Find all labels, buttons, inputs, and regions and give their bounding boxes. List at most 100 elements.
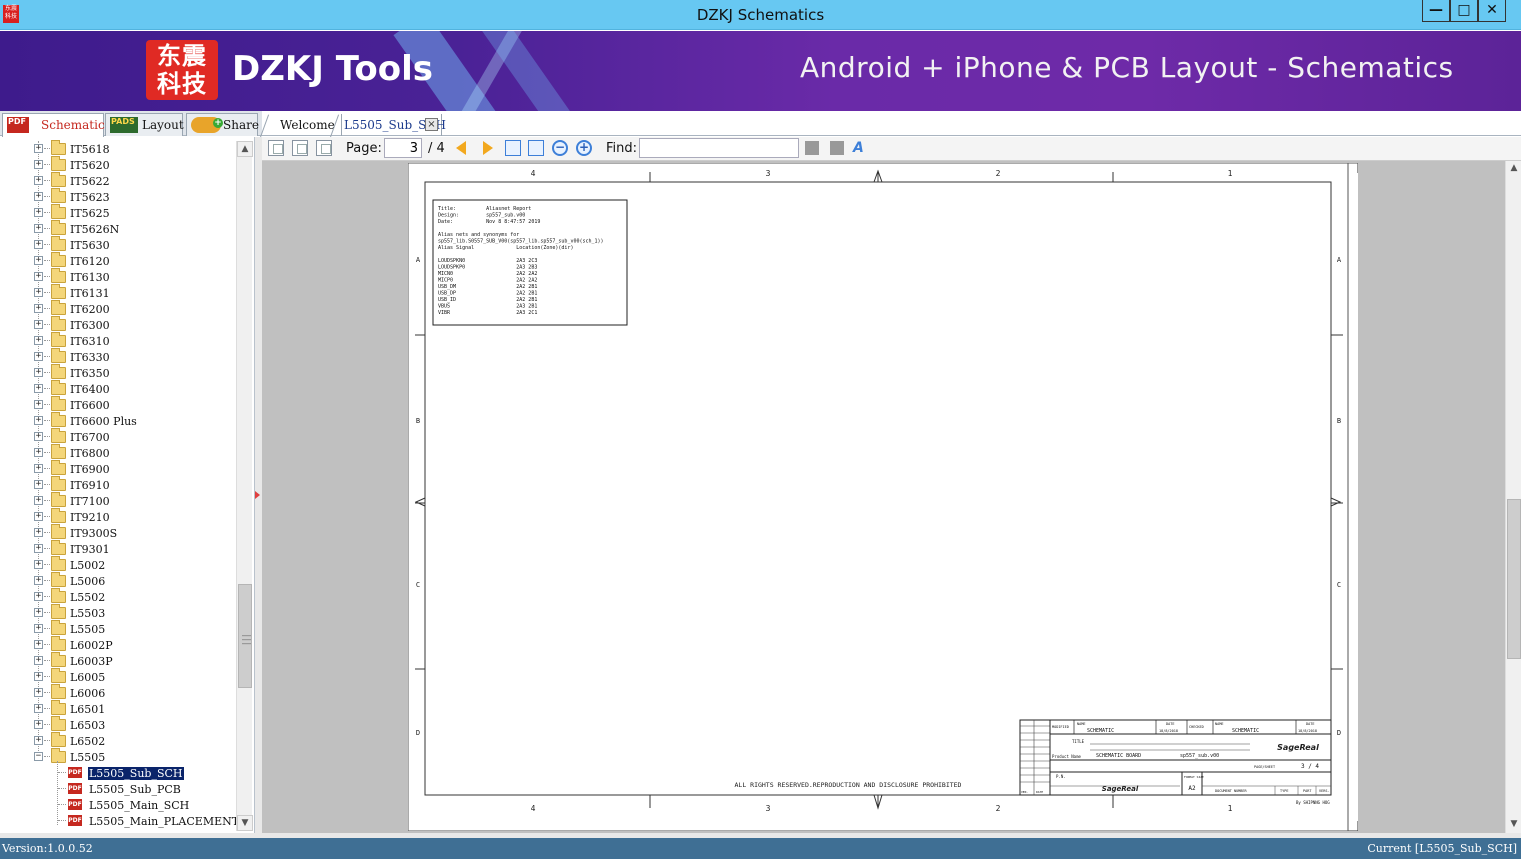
tree-folder-item[interactable]: + L5006 [0, 572, 236, 589]
tree-file-item[interactable]: PDF L5505_Main_PLACEMENT [0, 813, 239, 829]
tree-folder-item[interactable]: + L5505 [0, 620, 236, 637]
tree-folder-item[interactable]: + IT5618 [0, 140, 236, 157]
tree-folder-item[interactable]: + IT5620 [0, 156, 236, 173]
scroll-down-icon[interactable]: ▼ [237, 815, 253, 831]
maximize-button[interactable]: □ [1450, 0, 1478, 22]
expand-icon[interactable]: + [34, 352, 43, 361]
fit-page-icon[interactable] [528, 140, 544, 156]
expand-icon[interactable]: + [34, 272, 43, 281]
expand-icon[interactable]: + [34, 496, 43, 505]
expand-icon[interactable]: + [34, 720, 43, 729]
tree-folder-item[interactable]: + IT6910 [0, 476, 236, 493]
tree-folder-item[interactable]: + IT9210 [0, 508, 236, 525]
expand-icon[interactable]: + [34, 384, 43, 393]
zoom-out-icon[interactable]: − [552, 140, 568, 156]
tree-folder-item[interactable]: + IT9301 [0, 540, 236, 557]
expand-icon[interactable]: + [34, 512, 43, 521]
tree-folder-item[interactable]: + L6002P [0, 636, 236, 653]
tree-folder-item[interactable]: + L6005 [0, 668, 236, 685]
find-previous-icon[interactable] [805, 141, 819, 155]
tree-folder-item[interactable]: + IT9300S [0, 524, 236, 541]
scrollbar-thumb[interactable] [1507, 499, 1521, 659]
expand-icon[interactable]: + [34, 368, 43, 377]
expand-icon[interactable]: + [34, 528, 43, 537]
tree-folder-item[interactable]: + IT6131 [0, 284, 236, 301]
expand-icon[interactable]: + [34, 624, 43, 633]
scroll-up-icon[interactable]: ▲ [237, 141, 253, 157]
close-button[interactable]: ✕ [1478, 0, 1506, 22]
expand-icon[interactable]: + [34, 432, 43, 441]
expand-icon[interactable]: + [34, 176, 43, 185]
tree-folder-item[interactable]: + IT6700 [0, 428, 236, 445]
scrollbar-thumb[interactable]: — — — [238, 584, 252, 688]
expand-icon[interactable]: + [34, 240, 43, 249]
text-highlight-icon[interactable]: A [853, 140, 869, 156]
tree-folder-item[interactable]: + IT5626N [0, 220, 236, 237]
tree-folder-item[interactable]: + L6501 [0, 700, 236, 717]
tree-file-item[interactable]: PDF L5505_Sub_SCH [0, 765, 236, 781]
expand-icon[interactable]: + [34, 608, 43, 617]
expand-icon[interactable]: + [34, 320, 43, 329]
tree-file-item[interactable]: PDF L5505_Main_SCH [0, 797, 236, 813]
expand-icon[interactable]: + [34, 704, 43, 713]
tree-folder-item[interactable]: + IT6200 [0, 300, 236, 317]
tree-file-item[interactable]: PDF L5505_Sub_PCB [0, 781, 236, 797]
tab-schematic[interactable]: PDF Schematic [2, 113, 105, 137]
tab-l5505-sub-sch[interactable]: L5505_Sub_SCH × [329, 114, 446, 138]
expand-icon[interactable]: + [34, 400, 43, 409]
expand-icon[interactable]: + [34, 480, 43, 489]
expand-icon[interactable]: + [34, 544, 43, 553]
tree-folder-item[interactable]: + IT7100 [0, 492, 236, 509]
tree-folder-item[interactable]: + L5502 [0, 588, 236, 605]
paste-document-icon[interactable] [316, 140, 332, 156]
expand-icon[interactable]: + [34, 448, 43, 457]
tree-folder-item[interactable]: + IT5630 [0, 236, 236, 253]
expand-icon[interactable]: + [34, 224, 43, 233]
expand-icon[interactable]: + [34, 656, 43, 665]
find-next-icon[interactable] [830, 141, 844, 155]
expand-icon[interactable]: + [34, 560, 43, 569]
previous-page-icon[interactable] [456, 141, 466, 155]
page-number-input[interactable] [384, 138, 422, 158]
tree-folder-item[interactable]: + L5002 [0, 556, 236, 573]
scroll-up-icon[interactable]: ▲ [1506, 161, 1521, 177]
expand-icon[interactable]: + [34, 736, 43, 745]
open-document-icon[interactable] [268, 140, 284, 156]
expand-icon[interactable]: + [34, 160, 43, 169]
fit-width-icon[interactable] [505, 140, 521, 156]
expand-icon[interactable]: + [34, 144, 43, 153]
tree-folder-item[interactable]: + IT6120 [0, 252, 236, 269]
tree-folder-item[interactable]: + IT5625 [0, 204, 236, 221]
find-input[interactable] [639, 138, 799, 158]
expand-icon[interactable]: + [34, 288, 43, 297]
next-page-icon[interactable] [483, 141, 493, 155]
tab-layout[interactable]: PADS Layout [105, 113, 184, 136]
tree-folder-item[interactable]: + IT6350 [0, 364, 236, 381]
tree-folder-item[interactable]: + L6503 [0, 716, 236, 733]
expand-icon[interactable]: + [34, 576, 43, 585]
tree-folder-item[interactable]: + IT6600 [0, 396, 236, 413]
expand-icon[interactable]: + [34, 640, 43, 649]
tree-folder-item[interactable]: + IT5622 [0, 172, 236, 189]
tree-folder-item[interactable]: + IT6130 [0, 268, 236, 285]
expand-icon[interactable]: + [34, 688, 43, 697]
tree-folder-item[interactable]: + L6006 [0, 684, 236, 701]
tree-folder-item[interactable]: + L6003P [0, 652, 236, 669]
minimize-button[interactable]: — [1422, 0, 1450, 22]
expand-icon[interactable]: + [34, 304, 43, 313]
tree-folder-item[interactable]: + IT6600 Plus [0, 412, 236, 429]
collapse-arrow-icon[interactable] [255, 491, 260, 499]
panel-splitter[interactable] [255, 137, 262, 833]
zoom-in-icon[interactable]: + [576, 140, 592, 156]
tree-folder-item[interactable]: + IT6800 [0, 444, 236, 461]
tree-folder-item[interactable]: + IT6300 [0, 316, 236, 333]
tree-folder-item[interactable]: + IT6310 [0, 332, 236, 349]
close-tab-icon[interactable]: × [425, 118, 438, 131]
tree-folder-item[interactable]: + IT6900 [0, 460, 236, 477]
document-viewer[interactable]: 4 4 3 3 2 2 1 1 A A B B C C D D Title: Aliasnet Report De… [262, 161, 1521, 833]
tree-folder-item[interactable]: + IT5623 [0, 188, 236, 205]
expand-icon[interactable]: + [34, 192, 43, 201]
expand-icon[interactable]: + [34, 416, 43, 425]
scroll-down-icon[interactable]: ▼ [1506, 817, 1521, 833]
expand-icon[interactable]: + [34, 208, 43, 217]
